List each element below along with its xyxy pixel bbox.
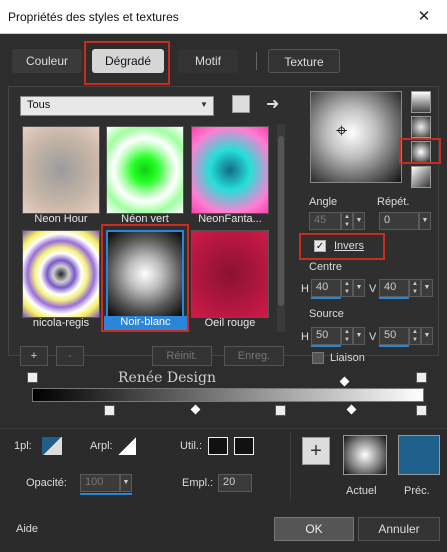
centre-h-spinner[interactable]: ▲ ▼ (341, 279, 353, 297)
ok-button[interactable]: OK (274, 517, 354, 541)
source-v-bar (379, 345, 409, 347)
highlight-box-selection (101, 224, 189, 332)
gradient-thumb-oeil-rouge[interactable] (191, 230, 269, 318)
recent-color-swatch[interactable] (234, 437, 254, 455)
highlight-box-style (399, 138, 441, 164)
liaison-checkbox[interactable] (312, 352, 324, 364)
opacity-label: Opacité: (26, 477, 67, 489)
gradient-thumb-nicola-regis[interactable] (22, 230, 100, 318)
source-h-dropdown[interactable]: ▼ (353, 327, 365, 345)
pl-label: 1pl: (14, 440, 32, 452)
source-v-label: V (369, 331, 377, 343)
arpl-label: Arpl: (90, 440, 113, 452)
angle-label: Angle (309, 196, 338, 208)
source-v-spinner[interactable]: ▲ ▼ (409, 327, 421, 345)
angle-dropdown[interactable]: ▼ (353, 212, 365, 230)
scrollbar-thumb[interactable] (278, 136, 284, 306)
remove-stop-button[interactable]: - (56, 346, 84, 366)
repet-label: Répét. (377, 196, 410, 208)
opacity-input[interactable]: 100 (80, 474, 120, 492)
empl-label: Empl.: (182, 477, 214, 489)
tab-texture[interactable]: Texture (268, 49, 340, 73)
watermark-text: Renée Design (118, 370, 217, 386)
recent-color-swatch[interactable] (208, 437, 228, 455)
gradient-thumb-neon-vert[interactable] (106, 126, 184, 214)
centre-h-label: H (301, 283, 309, 295)
angle-spinner[interactable]: ▲ ▼ (341, 212, 353, 230)
reset-button[interactable]: Réinit. (152, 346, 212, 366)
crosshair-icon: ⌖ (336, 120, 348, 142)
actuel-label: Actuel (346, 485, 377, 497)
background-swatch[interactable] (118, 437, 136, 455)
cancel-button[interactable]: Annuler (358, 517, 440, 541)
centre-h-bar (311, 297, 341, 299)
divider (290, 432, 291, 502)
centre-v-label: V (369, 283, 377, 295)
source-h-bar (311, 345, 341, 347)
opacity-stop-end[interactable] (416, 372, 427, 383)
opacity-bar (80, 493, 132, 495)
color-stop-black[interactable] (104, 405, 115, 416)
empl-input[interactable]: 20 (218, 474, 252, 492)
color-stop-mid[interactable] (275, 405, 286, 416)
source-v-input[interactable]: 50 (379, 327, 409, 345)
save-button[interactable]: Enreg. (224, 346, 284, 366)
highlight-box-tab (84, 41, 170, 85)
chevron-down-icon: ▼ (200, 100, 208, 109)
add-stop-button[interactable]: + (20, 346, 48, 366)
repet-input[interactable]: 0 (379, 212, 419, 230)
centre-v-spinner[interactable]: ▲ ▼ (409, 279, 421, 297)
tab-couleur[interactable]: Couleur (12, 49, 82, 73)
source-h-spinner[interactable]: ▲ ▼ (341, 327, 353, 345)
divider (0, 428, 447, 429)
centre-h-input[interactable]: 40 (311, 279, 341, 297)
close-button[interactable]: ✕ (406, 4, 442, 30)
repet-dropdown[interactable]: ▼ (419, 212, 431, 230)
highlight-box-invers (299, 233, 385, 260)
arrow-right-icon[interactable]: ➜ (266, 94, 279, 114)
source-v-dropdown[interactable]: ▼ (421, 327, 433, 345)
centre-v-dropdown[interactable]: ▼ (421, 279, 433, 297)
gradient-preview[interactable] (310, 91, 402, 183)
help-link[interactable]: Aide (16, 523, 38, 535)
centre-h-dropdown[interactable]: ▼ (353, 279, 365, 297)
tab-divider (256, 52, 257, 70)
angle-input[interactable]: 45 (309, 212, 341, 230)
gradient-thumb-neonfanta[interactable] (191, 126, 269, 214)
opacity-dropdown[interactable]: ▼ (120, 474, 132, 492)
centre-v-input[interactable]: 40 (379, 279, 409, 297)
gradient-label: Neon Hour (34, 213, 88, 225)
gradient-label: NeonFanta... (198, 213, 262, 225)
tab-motif[interactable]: Motif (178, 49, 238, 73)
style-linear-icon[interactable] (411, 91, 431, 113)
previous-swatch[interactable] (398, 435, 440, 475)
centre-v-bar (379, 297, 409, 299)
foreground-swatch[interactable] (42, 437, 62, 455)
library-icon[interactable] (232, 95, 250, 113)
util-label: Util.: (180, 440, 202, 452)
gradient-label: Oeil rouge (204, 317, 256, 329)
source-h-label: H (301, 331, 309, 343)
gradient-bar[interactable] (32, 388, 424, 402)
source-label: Source (309, 308, 344, 320)
style-sunburst-icon[interactable] (411, 166, 431, 188)
category-dropdown[interactable]: Tous (20, 96, 214, 116)
color-stop-white[interactable] (416, 405, 427, 416)
prec-label: Préc. (404, 485, 430, 497)
current-swatch (343, 435, 387, 475)
style-rectangular-icon[interactable] (411, 116, 431, 138)
gradient-label: nicola-regis (32, 317, 90, 329)
liaison-label: Liaison (330, 352, 365, 364)
source-h-input[interactable]: 50 (311, 327, 341, 345)
window-title: Propriétés des styles et textures (8, 10, 179, 24)
gradient-thumb-neon-hour[interactable] (22, 126, 100, 214)
centre-label: Centre (309, 261, 343, 273)
opacity-stop-start[interactable] (27, 372, 38, 383)
add-swatch-button[interactable]: + (302, 437, 330, 465)
